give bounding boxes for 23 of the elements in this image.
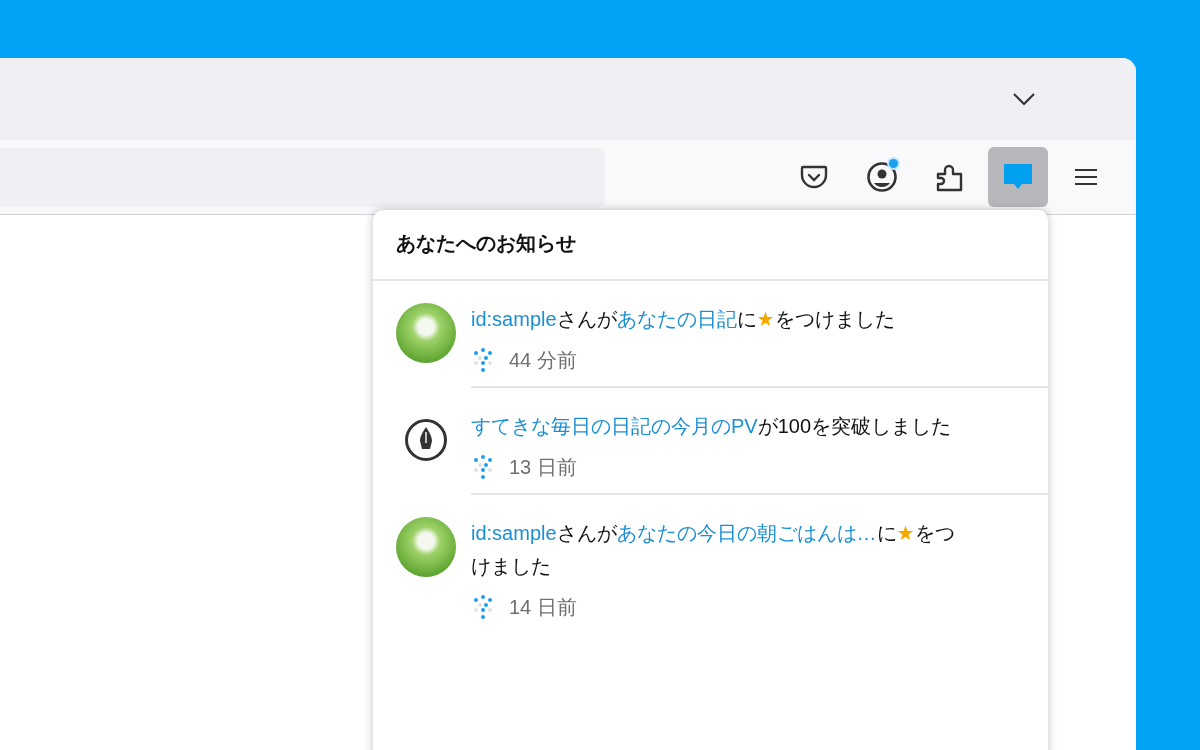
avatar-photo-placeholder — [396, 517, 456, 577]
link[interactable]: あなたの今日の朝ごはんは… — [616, 522, 877, 544]
chevron-down-icon[interactable] — [1012, 92, 1036, 106]
pen-nib-icon — [404, 418, 448, 462]
notification-message: id:sampleさんがあなたの日記に★をつけました — [471, 307, 896, 332]
dots-icon — [471, 346, 495, 374]
link[interactable]: すてきな毎日の日記の今月のPV — [471, 415, 758, 437]
notification-message: すてきな毎日の日記の今月のPVが100を突破しました — [471, 414, 953, 439]
timestamp: 13 日前 — [509, 454, 577, 480]
pocket-icon — [800, 164, 828, 190]
timestamp: 44 分前 — [509, 347, 577, 373]
account-icon — [866, 161, 898, 193]
avatar-photo-placeholder — [396, 303, 456, 363]
link[interactable]: id:sample — [471, 308, 557, 330]
timestamp: 14 日前 — [509, 594, 577, 620]
link[interactable]: あなたの日記 — [616, 308, 737, 330]
dots-icon — [471, 453, 495, 481]
dots-icon — [471, 593, 495, 621]
puzzle-icon — [936, 162, 964, 192]
link[interactable]: id:sample — [471, 522, 557, 544]
menu-icon — [1074, 167, 1098, 187]
panel-title: あなたへのお知らせ — [373, 210, 1048, 281]
notification-message: id:sampleさんがあなたの今日の朝ごはんは…に★をつけました — [471, 521, 956, 579]
